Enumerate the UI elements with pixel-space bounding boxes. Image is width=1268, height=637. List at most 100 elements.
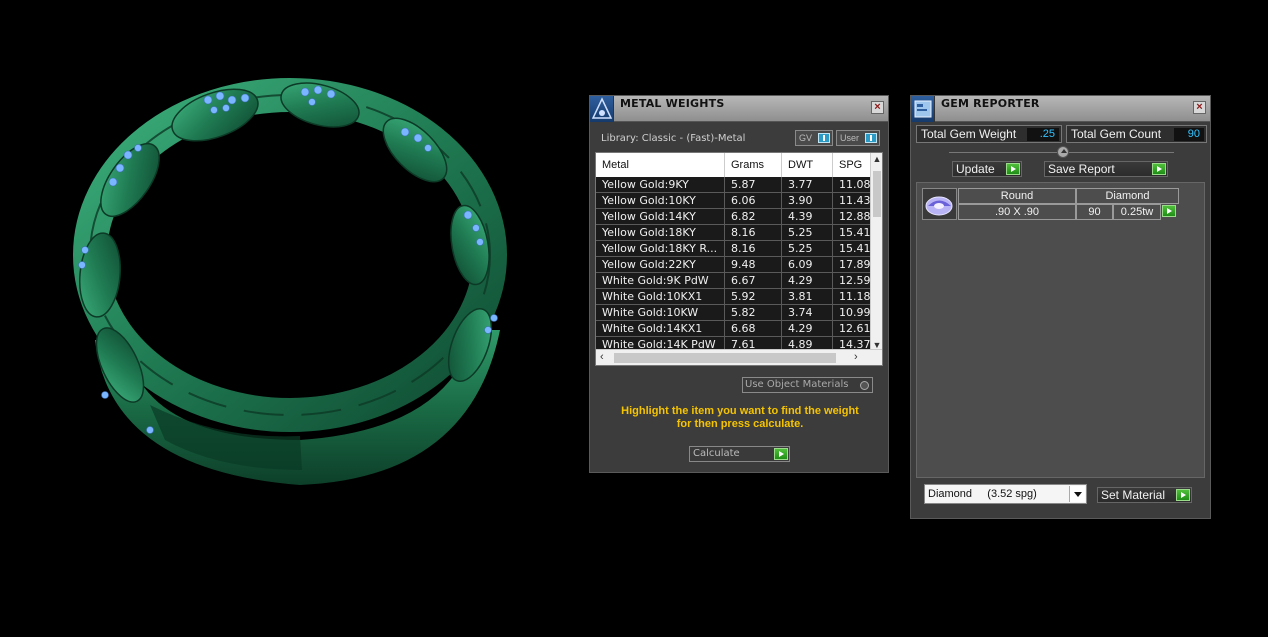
cell-grams: 8.16 [725, 225, 782, 241]
cell-dwt: 3.74 [782, 305, 833, 321]
gem-shape: Round [958, 188, 1076, 204]
table-row[interactable]: White Gold:10KX1 5.92 3.81 11.18 [596, 289, 872, 305]
cell-dwt: 4.29 [782, 321, 833, 337]
column-header-metal[interactable]: Metal [596, 153, 725, 177]
cell-metal: Yellow Gold:18KY R... [596, 241, 725, 257]
diamond-icon [922, 188, 957, 220]
scroll-right-icon[interactable]: › [854, 351, 858, 363]
cell-metal: White Gold:10KX1 [596, 289, 725, 305]
cell-spg: 10.99 [833, 305, 872, 321]
set-material-button[interactable]: Set Material [1097, 487, 1192, 503]
cell-grams: 6.67 [725, 273, 782, 289]
table-row[interactable]: White Gold:9K PdW 6.67 4.29 12.59 [596, 273, 872, 289]
gem-reporter-panel: GEM REPORTER × Total Gem Weight .25 Tota… [910, 95, 1211, 519]
total-gem-count: Total Gem Count 90 [1066, 125, 1207, 143]
gem-reporter-titlebar[interactable]: GEM REPORTER × [911, 96, 1210, 122]
table-row[interactable]: Yellow Gold:9KY 5.87 3.77 11.08 [596, 177, 872, 193]
column-header-grams[interactable]: Grams [725, 153, 782, 177]
cell-spg: 11.08 [833, 177, 872, 193]
metal-table-header: Metal Grams DWT SPG [596, 153, 872, 177]
material-select[interactable]: Diamond (3.52 spg) [924, 484, 1087, 504]
table-row[interactable]: White Gold:14KX1 6.68 4.29 12.61 [596, 321, 872, 337]
collapse-icon[interactable] [1057, 146, 1069, 158]
cell-dwt: 5.25 [782, 241, 833, 257]
table-row[interactable]: Yellow Gold:18KY 8.16 5.25 15.41 [596, 225, 872, 241]
set-material-label: Set Material [1101, 488, 1166, 502]
scroll-up-icon[interactable]: ▲ [871, 154, 882, 164]
gv-toggle[interactable]: GV [795, 130, 833, 146]
instruction-line-2: for then press calculate. [676, 418, 804, 430]
table-row[interactable]: Yellow Gold:22KY 9.48 6.09 17.89 [596, 257, 872, 273]
gem-weight: 0.25tw [1113, 204, 1161, 220]
table-row[interactable]: Yellow Gold:18KY R... 8.16 5.25 15.41 [596, 241, 872, 257]
cell-metal: Yellow Gold:9KY [596, 177, 725, 193]
instruction-line-1: Highlight the item you want to find the … [621, 405, 859, 417]
save-report-label: Save Report [1048, 162, 1115, 176]
cell-metal: White Gold:9K PdW [596, 273, 725, 289]
table-row[interactable]: White Gold:10KW 5.82 3.74 10.99 [596, 305, 872, 321]
radio-icon [860, 381, 869, 390]
cell-grams: 6.06 [725, 193, 782, 209]
toggle-icon [818, 133, 830, 143]
metal-weights-panel: METAL WEIGHTS × Library: Classic - (Fast… [589, 95, 889, 473]
cell-dwt: 3.81 [782, 289, 833, 305]
horizontal-scrollbar[interactable]: ‹ › [596, 349, 882, 365]
gem-list[interactable]: Round Diamond .90 X .90 90 0.25tw [916, 182, 1205, 478]
use-object-materials-toggle[interactable]: Use Object Materials [742, 377, 873, 393]
scroll-left-icon[interactable]: ‹ [600, 351, 604, 363]
scroll-thumb[interactable] [614, 353, 836, 363]
chevron-down-icon[interactable] [1069, 486, 1085, 502]
play-arrow-icon [774, 448, 788, 460]
cell-grams: 6.68 [725, 321, 782, 337]
table-row[interactable]: Yellow Gold:14KY 6.82 4.39 12.88 [596, 209, 872, 225]
vertical-scrollbar[interactable]: ▲ ▼ [870, 153, 882, 351]
gem-reporter-icon [911, 96, 935, 122]
save-report-button[interactable]: Save Report [1044, 161, 1168, 177]
cell-dwt: 3.77 [782, 177, 833, 193]
gv-label: GV [799, 133, 813, 143]
column-header-spg[interactable]: SPG [833, 153, 872, 177]
metal-table-body: Yellow Gold:9KY 5.87 3.77 11.08 Yellow Gold… [596, 177, 872, 353]
metal-table[interactable]: Metal Grams DWT SPG Yellow Gold:9KY 5.87 3… [595, 152, 883, 366]
cell-metal: Yellow Gold:22KY [596, 257, 725, 273]
user-label: User [840, 133, 860, 143]
metal-weights-icon [590, 96, 614, 122]
table-row[interactable]: Yellow Gold:10KY 6.06 3.90 11.43 [596, 193, 872, 209]
total-gem-weight: Total Gem Weight .25 [916, 125, 1062, 143]
gem-reporter-title: GEM REPORTER [941, 97, 1040, 110]
cell-grams: 5.92 [725, 289, 782, 305]
total-gem-weight-label: Total Gem Weight [921, 127, 1017, 141]
cell-dwt: 4.29 [782, 273, 833, 289]
metal-weights-titlebar[interactable]: METAL WEIGHTS × [590, 96, 888, 122]
cell-spg: 15.41 [833, 241, 872, 257]
calculate-label: Calculate [693, 448, 740, 459]
cell-spg: 17.89 [833, 257, 872, 273]
cell-spg: 15.41 [833, 225, 872, 241]
play-arrow-icon [1006, 163, 1020, 175]
play-arrow-icon[interactable] [1162, 205, 1176, 217]
user-toggle[interactable]: User [836, 130, 880, 146]
close-icon[interactable]: × [871, 101, 884, 114]
scroll-thumb[interactable] [873, 171, 881, 217]
cell-metal: Yellow Gold:10KY [596, 193, 725, 209]
cell-grams: 9.48 [725, 257, 782, 273]
gem-material: Diamond [1076, 188, 1179, 204]
cell-spg: 12.61 [833, 321, 872, 337]
cell-grams: 5.82 [725, 305, 782, 321]
column-header-dwt[interactable]: DWT [782, 153, 833, 177]
cell-grams: 6.82 [725, 209, 782, 225]
cell-metal: Yellow Gold:18KY [596, 225, 725, 241]
cell-dwt: 3.90 [782, 193, 833, 209]
total-gem-weight-value: .25 [1027, 128, 1059, 141]
toggle-icon [865, 133, 877, 143]
cell-grams: 5.87 [725, 177, 782, 193]
update-label: Update [956, 162, 995, 176]
close-icon[interactable]: × [1193, 101, 1206, 114]
calculate-button[interactable]: Calculate [689, 446, 790, 462]
material-select-value: Diamond (3.52 spg) [928, 488, 1037, 500]
instruction-text: Highlight the item you want to find the … [600, 405, 880, 431]
cell-metal: White Gold:14KX1 [596, 321, 725, 337]
ring-model[interactable] [0, 0, 580, 637]
3d-viewport[interactable] [0, 0, 580, 637]
update-button[interactable]: Update [952, 161, 1022, 177]
